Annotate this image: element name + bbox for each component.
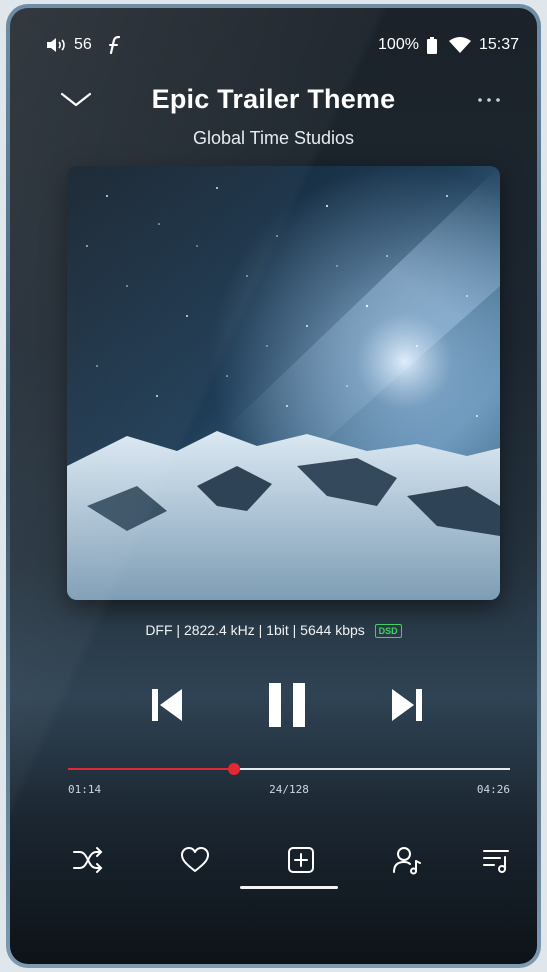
volume-icon xyxy=(46,37,68,53)
status-bar: 56 100% 15:37 xyxy=(10,36,537,60)
next-icon xyxy=(392,689,422,721)
track-title: Epic Trailer Theme xyxy=(151,84,396,114)
volume-level: 56 xyxy=(74,36,92,53)
add-to-playlist-button[interactable] xyxy=(281,840,321,880)
time-row: 01:14 24/128 04:26 xyxy=(68,783,510,797)
dsd-badge: DSD xyxy=(374,624,402,639)
pause-icon xyxy=(269,683,305,727)
track-position: 24/128 xyxy=(269,783,309,796)
seek-handle[interactable] xyxy=(227,763,240,775)
action-row xyxy=(10,840,537,880)
seek-progress xyxy=(68,768,234,770)
battery-icon xyxy=(426,36,437,54)
battery-level: 100% xyxy=(378,36,419,53)
seek-bar[interactable] xyxy=(68,763,510,776)
more-options-button[interactable] xyxy=(471,88,507,112)
track-artist: Global Time Studios xyxy=(192,128,355,148)
previous-button[interactable] xyxy=(142,680,192,730)
queue-button[interactable] xyxy=(476,840,516,880)
previous-icon xyxy=(152,689,182,721)
clock: 15:37 xyxy=(478,36,519,53)
shuffle-button[interactable] xyxy=(68,840,108,880)
more-icon xyxy=(478,98,500,102)
device-frame: 56 100% 15:37 Epic Trailer Theme Global … xyxy=(6,4,541,968)
wifi-icon xyxy=(448,37,471,53)
audio-format-info: DFF | 2822.4 kHz | 1bit | 5644 kbps DSD xyxy=(10,622,537,639)
album-art xyxy=(67,166,500,600)
home-indicator[interactable] xyxy=(240,886,338,889)
now-playing-header: Epic Trailer Theme Global Time Studios xyxy=(10,84,537,154)
heart-icon xyxy=(181,847,209,872)
artist-icon xyxy=(393,847,421,875)
transport-controls xyxy=(10,680,537,730)
hi-res-icon xyxy=(108,36,120,54)
favorite-button[interactable] xyxy=(175,840,215,880)
shuffle-icon xyxy=(73,847,103,873)
player-screen: 56 100% 15:37 Epic Trailer Theme Global … xyxy=(10,8,537,964)
total-time: 04:26 xyxy=(476,783,510,796)
format-text: DFF | 2822.4 kHz | 1bit | 5644 kbps xyxy=(145,622,365,638)
add-to-playlist-icon xyxy=(288,847,314,873)
artist-button[interactable] xyxy=(387,840,427,880)
pause-button[interactable] xyxy=(262,680,312,730)
next-button[interactable] xyxy=(382,680,432,730)
queue-icon xyxy=(483,850,509,873)
